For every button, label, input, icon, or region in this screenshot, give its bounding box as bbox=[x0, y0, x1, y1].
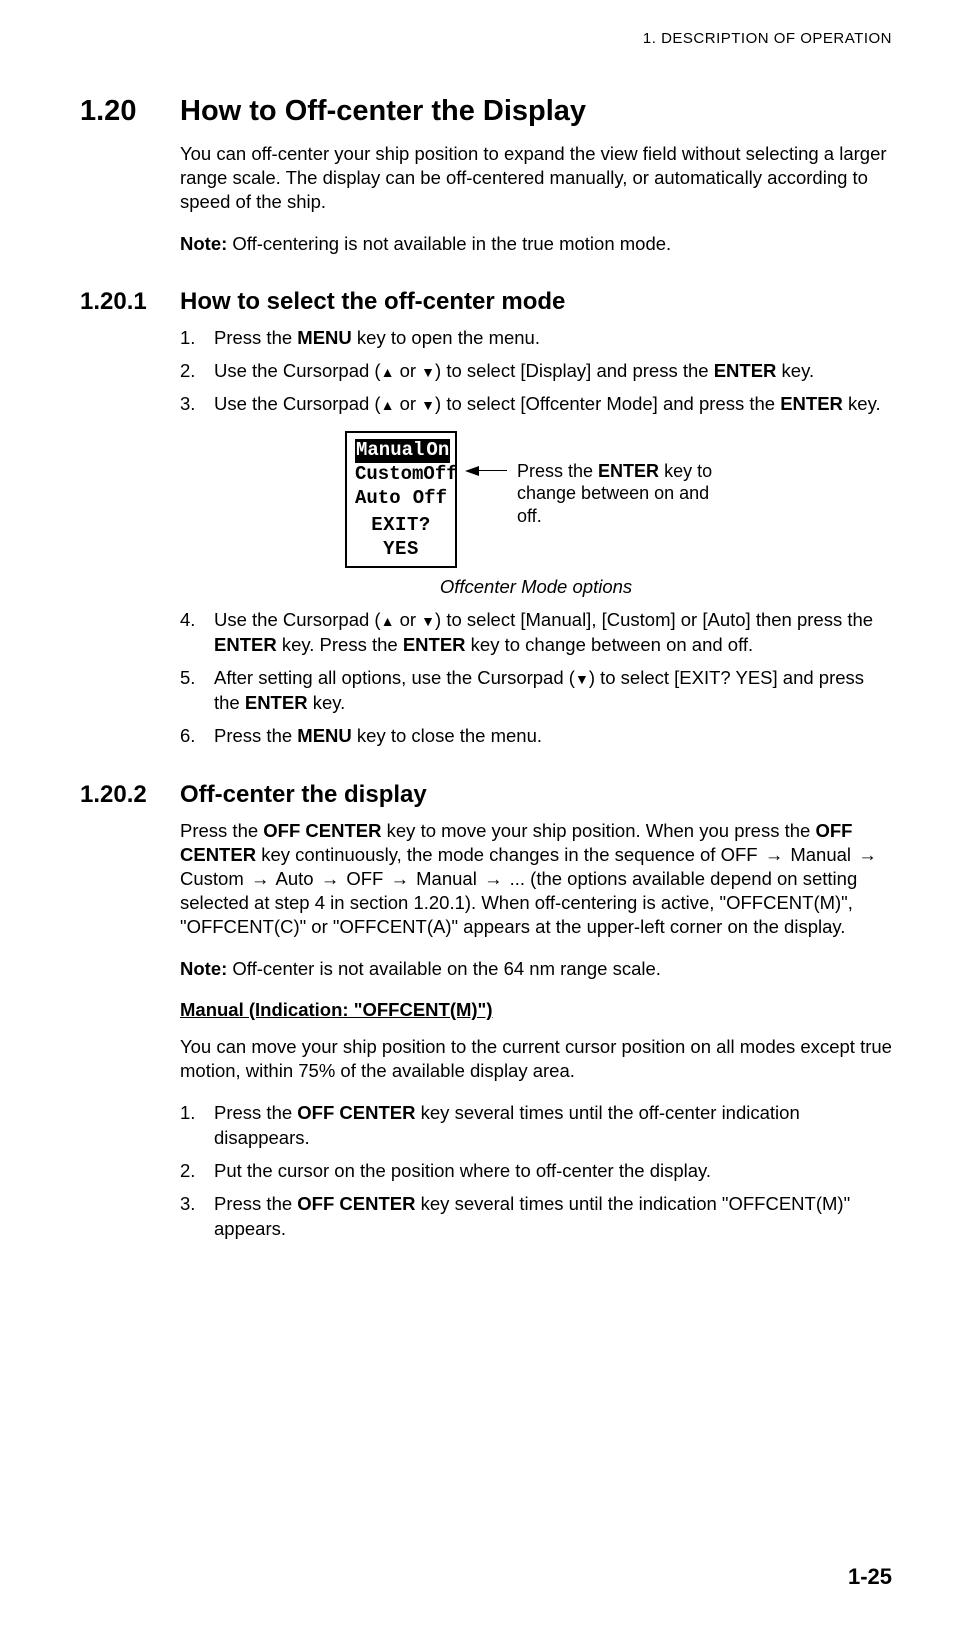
sub2-note: Note: Off-center is not available on the… bbox=[180, 957, 892, 981]
subsection-number: 1.20.2 bbox=[80, 781, 180, 809]
up-triangle-icon: ▲ bbox=[381, 398, 395, 412]
note-label: Note: bbox=[180, 233, 227, 254]
subsection-number: 1.20.1 bbox=[80, 288, 180, 316]
step-1: 1. Press the OFF CENTER key several time… bbox=[180, 1101, 892, 1151]
option-row-custom: Custom Off bbox=[355, 463, 447, 487]
subsection-title: Off-center the display bbox=[180, 781, 427, 809]
right-arrow-icon: → bbox=[389, 868, 412, 889]
step-4: 4. Use the Cursorpad (▲ or ▼) to select … bbox=[180, 608, 892, 658]
section-intro: You can off-center your ship position to… bbox=[180, 142, 892, 214]
step-text: Use the Cursorpad (▲ or ▼) to select [Of… bbox=[214, 392, 892, 417]
right-arrow-icon: → bbox=[319, 868, 342, 889]
step-text: Put the cursor on the position where to … bbox=[214, 1159, 892, 1184]
procedure-list: 1. Press the MENU key to open the menu. … bbox=[180, 326, 892, 417]
procedure-list-cont: 4. Use the Cursorpad (▲ or ▼) to select … bbox=[180, 608, 892, 749]
manual-para: You can move your ship position to the c… bbox=[180, 1035, 892, 1083]
figure-caption: Offcenter Mode options bbox=[180, 576, 892, 598]
down-triangle-icon: ▼ bbox=[421, 614, 435, 628]
page-number: 1-25 bbox=[848, 1564, 892, 1590]
step-1: 1. Press the MENU key to open the menu. bbox=[180, 326, 892, 351]
step-text: Press the MENU key to open the menu. bbox=[214, 326, 892, 351]
step-number: 1. bbox=[180, 1101, 214, 1151]
sub2-para1: Press the OFF CENTER key to move your sh… bbox=[180, 819, 892, 939]
manual-steps: 1. Press the OFF CENTER key several time… bbox=[180, 1101, 892, 1242]
manual-subheading: Manual (Indication: "OFFCENT(M)") bbox=[180, 999, 892, 1021]
option-exit: EXIT? YES bbox=[355, 514, 447, 562]
step-number: 2. bbox=[180, 1159, 214, 1184]
figure-offcenter-mode: Manual On Custom Off Auto Off EXIT? YES bbox=[180, 431, 892, 568]
right-arrow-icon: → bbox=[763, 844, 786, 865]
step-number: 6. bbox=[180, 724, 214, 749]
step-2: 2. Put the cursor on the position where … bbox=[180, 1159, 892, 1184]
subsection-title: How to select the off-center mode bbox=[180, 288, 565, 316]
up-triangle-icon: ▲ bbox=[381, 614, 395, 628]
step-5: 5. After setting all options, use the Cu… bbox=[180, 666, 892, 716]
right-arrow-icon: → bbox=[482, 868, 505, 889]
step-3: 3. Press the OFF CENTER key several time… bbox=[180, 1192, 892, 1242]
step-number: 1. bbox=[180, 326, 214, 351]
page: 1. DESCRIPTION OF OPERATION 1.20 How to … bbox=[0, 0, 972, 1640]
right-arrow-icon: → bbox=[249, 868, 272, 889]
step-text: After setting all options, use the Curso… bbox=[214, 666, 892, 716]
callout-arrow: Press the ENTER key to change between on… bbox=[465, 462, 727, 528]
step-2: 2. Use the Cursorpad (▲ or ▼) to select … bbox=[180, 359, 892, 384]
section-number: 1.20 bbox=[80, 95, 180, 128]
section-note: Note: Off-centering is not available in … bbox=[180, 232, 892, 256]
step-number: 2. bbox=[180, 359, 214, 384]
note-text: Off-centering is not available in the tr… bbox=[227, 233, 671, 254]
option-row-auto: Auto Off bbox=[355, 487, 447, 511]
running-header: 1. DESCRIPTION OF OPERATION bbox=[643, 30, 892, 47]
figure-callout: Press the ENTER key to change between on… bbox=[517, 460, 727, 528]
step-number: 4. bbox=[180, 608, 214, 658]
section-title: How to Off-center the Display bbox=[180, 95, 586, 128]
note-label: Note: bbox=[180, 958, 227, 979]
step-number: 5. bbox=[180, 666, 214, 716]
step-text: Press the OFF CENTER key several times u… bbox=[214, 1192, 892, 1242]
arrow-left-icon bbox=[465, 466, 479, 476]
step-number: 3. bbox=[180, 1192, 214, 1242]
step-text: Use the Cursorpad (▲ or ▼) to select [Di… bbox=[214, 359, 892, 384]
section-heading: 1.20 How to Off-center the Display bbox=[80, 95, 892, 128]
note-text: Off-center is not available on the 64 nm… bbox=[227, 958, 661, 979]
step-6: 6. Press the MENU key to close the menu. bbox=[180, 724, 892, 749]
down-triangle-icon: ▼ bbox=[421, 365, 435, 379]
option-row-manual: Manual On bbox=[355, 439, 447, 463]
step-number: 3. bbox=[180, 392, 214, 417]
subsection-heading: 1.20.1 How to select the off-center mode bbox=[80, 288, 892, 316]
down-triangle-icon: ▼ bbox=[575, 672, 589, 686]
down-triangle-icon: ▼ bbox=[421, 398, 435, 412]
step-text: Press the MENU key to close the menu. bbox=[214, 724, 892, 749]
step-text: Use the Cursorpad (▲ or ▼) to select [Ma… bbox=[214, 608, 892, 658]
option-box: Manual On Custom Off Auto Off EXIT? YES bbox=[345, 431, 457, 568]
step-text: Press the OFF CENTER key several times u… bbox=[214, 1101, 892, 1151]
subsection-heading: 1.20.2 Off-center the display bbox=[80, 781, 892, 809]
up-triangle-icon: ▲ bbox=[381, 365, 395, 379]
right-arrow-icon: → bbox=[856, 844, 879, 865]
step-3: 3. Use the Cursorpad (▲ or ▼) to select … bbox=[180, 392, 892, 417]
